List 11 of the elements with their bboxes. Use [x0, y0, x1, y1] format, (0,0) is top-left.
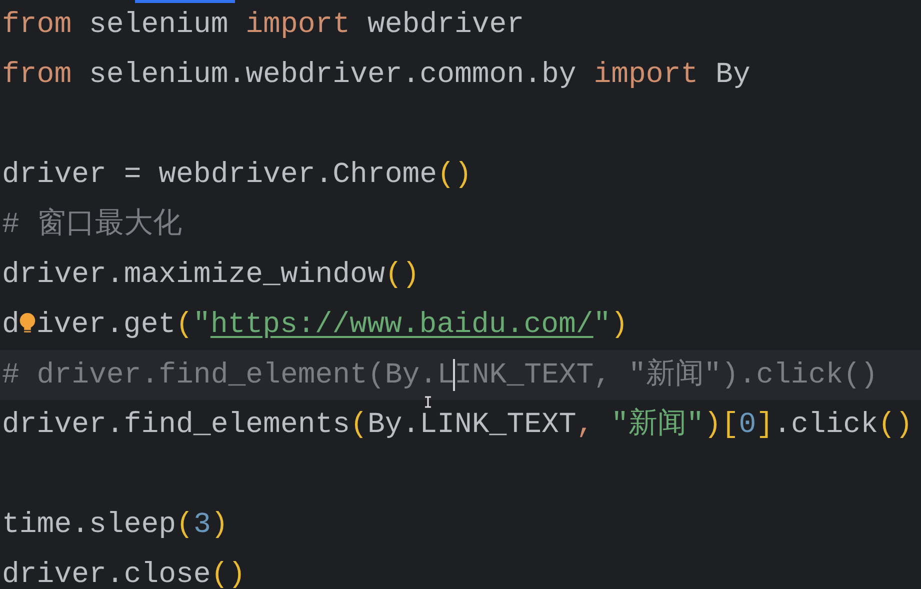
code-line: driver = webdriver.Chrome(): [2, 159, 472, 191]
code-line: time.sleep(3): [2, 509, 228, 541]
code-line: # 窗口最大化: [2, 209, 182, 241]
code-line: driver.maximize_window(): [2, 259, 420, 291]
code-line: from selenium.webdriver.common.by import By: [2, 59, 750, 91]
text-caret: [453, 358, 456, 391]
code-line: driver.find_elements(By.LINK_TEXT, "新闻")[0].click(): [2, 409, 913, 441]
code-line: # driver.find_element(By.LINK_TEXT, "新闻").click(): [2, 358, 878, 392]
code-line: d iver.get("https://www.baidu.com/"): [2, 309, 628, 341]
code-line: driver.close(): [2, 559, 246, 589]
code-line: from selenium import webdriver: [2, 9, 524, 41]
